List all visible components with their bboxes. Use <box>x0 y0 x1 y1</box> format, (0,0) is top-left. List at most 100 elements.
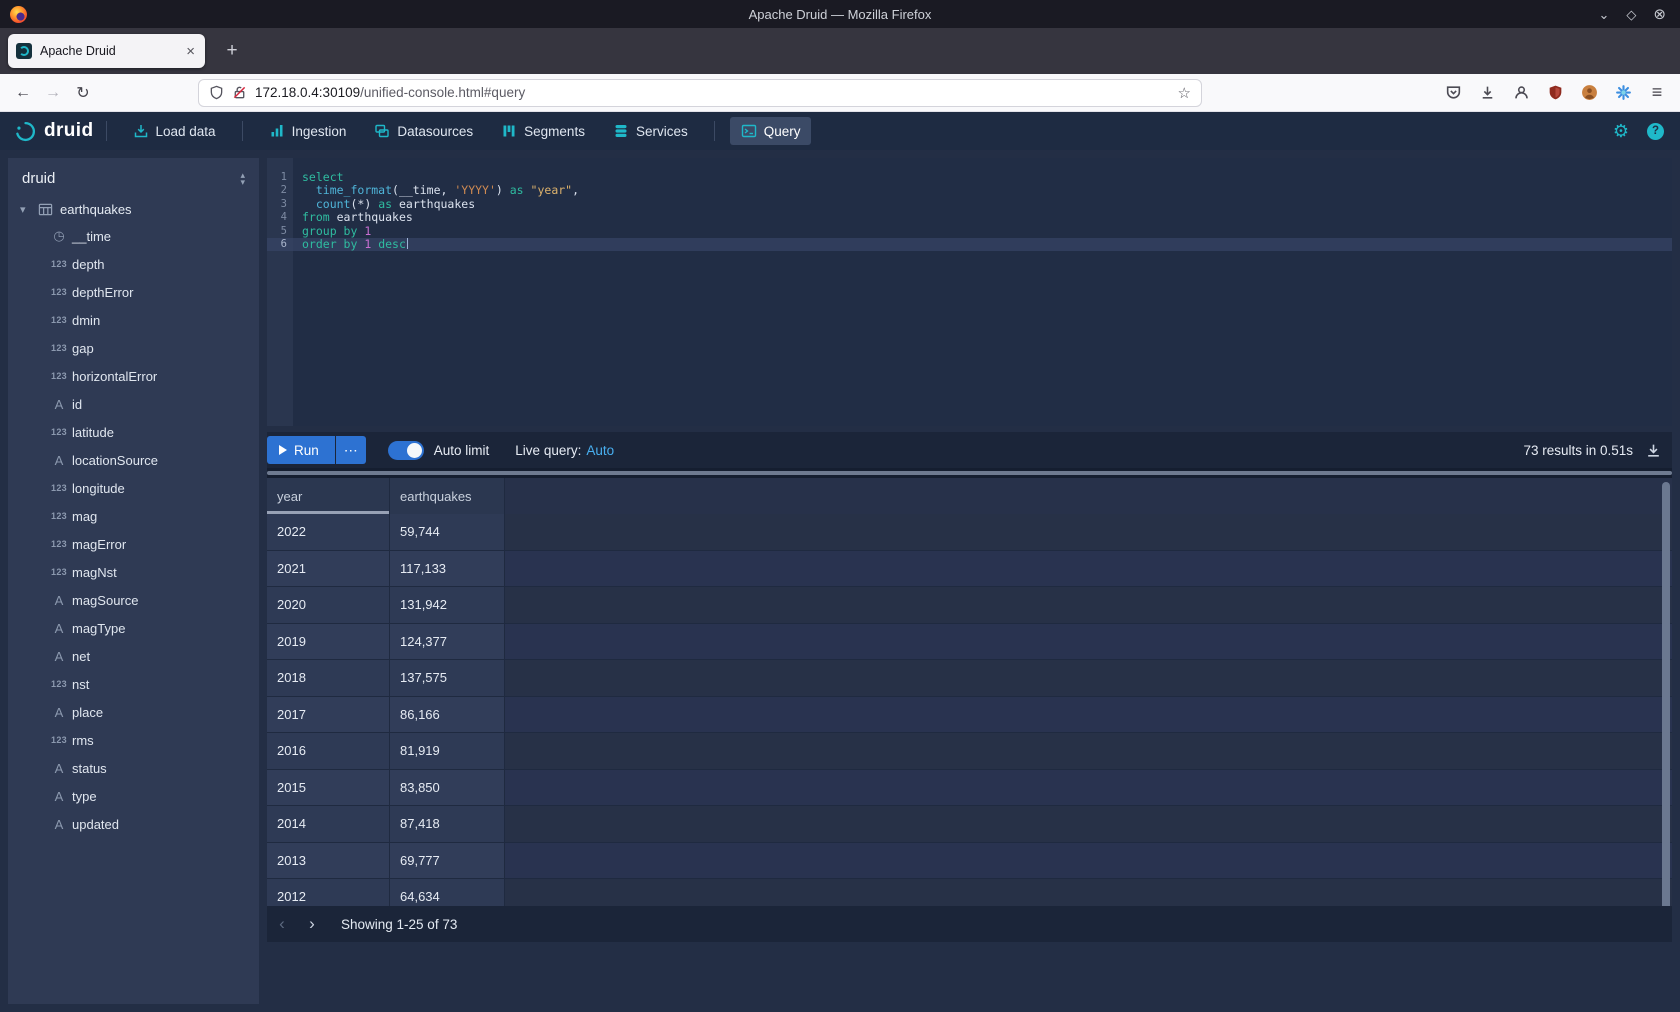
prev-page-button[interactable]: ‹ <box>267 914 297 934</box>
column-header-year[interactable]: year <box>267 478 390 514</box>
ublock-icon[interactable] <box>1546 84 1564 102</box>
cell: 64,634 <box>390 879 505 906</box>
column-name: __time <box>72 229 111 244</box>
schema-column-magNst[interactable]: 123magNst <box>8 558 259 586</box>
table-row[interactable]: 202259,744 <box>267 514 1672 551</box>
window-close-button[interactable]: ⊗ <box>1653 7 1666 22</box>
window-maximize-button[interactable]: ◇ <box>1626 8 1636 21</box>
schema-column-status[interactable]: Astatus <box>8 754 259 782</box>
downloads-icon[interactable] <box>1478 84 1496 102</box>
cell: 117,133 <box>390 551 505 588</box>
schema-column-place[interactable]: Aplace <box>8 698 259 726</box>
toggle-knob <box>407 443 422 458</box>
editor-code[interactable]: select time_format(__time, 'YYYY') as "y… <box>293 158 1672 426</box>
auto-limit-toggle[interactable] <box>388 441 424 460</box>
column-name: locationSource <box>72 453 158 468</box>
table-row[interactable]: 2018137,575 <box>267 660 1672 697</box>
number-type-icon: 123 <box>46 539 72 549</box>
row-filler <box>505 660 1672 697</box>
account-icon[interactable] <box>1512 84 1530 102</box>
schema-column-mag[interactable]: 123mag <box>8 502 259 530</box>
schema-column-magType[interactable]: AmagType <box>8 614 259 642</box>
query-editor[interactable]: 123456 select time_format(__time, 'YYYY'… <box>267 158 1672 426</box>
help-icon[interactable]: ? <box>1647 123 1664 140</box>
window-minimize-button[interactable]: ⌄ <box>1599 8 1610 21</box>
schema-column-nst[interactable]: 123nst <box>8 670 259 698</box>
table-row[interactable]: 201681,919 <box>267 733 1672 770</box>
forward-button[interactable]: → <box>38 84 68 102</box>
table-row[interactable]: 2020131,942 <box>267 587 1672 624</box>
nav-item-ingestion[interactable]: Ingestion <box>258 117 358 145</box>
insecure-lock-icon[interactable] <box>232 85 247 100</box>
schema-column-magSource[interactable]: AmagSource <box>8 586 259 614</box>
schema-column-latitude[interactable]: 123latitude <box>8 418 259 446</box>
reload-button[interactable]: ↻ <box>68 83 98 103</box>
nav-item-services[interactable]: Services <box>602 117 699 145</box>
schema-column-dmin[interactable]: 123dmin <box>8 306 259 334</box>
results-table: yearearthquakes 202259,7442021117,133202… <box>267 478 1672 906</box>
table-row[interactable]: 201487,418 <box>267 806 1672 843</box>
nav-item-segments[interactable]: Segments <box>490 117 596 145</box>
line-number: 5 <box>267 225 293 238</box>
schema-column-locationSource[interactable]: AlocationSource <box>8 446 259 474</box>
cell: 2018 <box>267 660 390 697</box>
new-tab-button[interactable]: + <box>219 38 245 64</box>
table-row[interactable]: 201264,634 <box>267 879 1672 906</box>
table-row[interactable]: 201369,777 <box>267 843 1672 880</box>
schema-column-depthError[interactable]: 123depthError <box>8 278 259 306</box>
druid-logo[interactable]: druid <box>14 120 94 143</box>
table-row[interactable]: 201583,850 <box>267 770 1672 807</box>
nav-item-load-data[interactable]: Load data <box>122 117 227 145</box>
datasource-node-earthquakes[interactable]: ▾ earthquakes <box>8 197 259 222</box>
nav-item-datasources[interactable]: Datasources <box>363 117 484 145</box>
ingestion-icon <box>269 123 285 139</box>
schema-column-rms[interactable]: 123rms <box>8 726 259 754</box>
menu-icon[interactable]: ≡ <box>1648 84 1666 102</box>
download-results-icon[interactable] <box>1645 442 1662 459</box>
schema-column-magError[interactable]: 123magError <box>8 530 259 558</box>
profile-icon[interactable] <box>1580 84 1598 102</box>
table-row[interactable]: 201786,166 <box>267 697 1672 734</box>
pocket-icon[interactable] <box>1444 84 1462 102</box>
column-name: nst <box>72 677 89 692</box>
browser-tab[interactable]: Apache Druid × <box>8 34 205 68</box>
schema-column-gap[interactable]: 123gap <box>8 334 259 362</box>
schema-column-horizontalError[interactable]: 123horizontalError <box>8 362 259 390</box>
extension-icon[interactable] <box>1614 84 1632 102</box>
string-type-icon: A <box>46 621 72 636</box>
tab-favicon-icon <box>16 43 32 59</box>
schema-column-updated[interactable]: Aupdated <box>8 810 259 838</box>
vertical-scrollbar[interactable] <box>1662 482 1670 940</box>
cell: 2013 <box>267 843 390 880</box>
url-bar[interactable]: 172.18.0.4:30109/unified-console.html#qu… <box>198 79 1202 107</box>
horizontal-scrollbar[interactable] <box>267 471 1672 475</box>
nav-item-label: Query <box>764 124 801 139</box>
double-caret-icon[interactable]: ▴▾ <box>240 172 245 186</box>
schema-column-depth[interactable]: 123depth <box>8 250 259 278</box>
url-text[interactable]: 172.18.0.4:30109/unified-console.html#qu… <box>255 85 1170 100</box>
live-query-auto-link[interactable]: Auto <box>586 443 614 458</box>
schema-column-type[interactable]: Atype <box>8 782 259 810</box>
number-type-icon: 123 <box>46 259 72 269</box>
schema-column-net[interactable]: Anet <box>8 642 259 670</box>
schema-column-id[interactable]: Aid <box>8 390 259 418</box>
cell: 124,377 <box>390 624 505 661</box>
back-button[interactable]: ← <box>8 84 38 102</box>
bookmark-star-icon[interactable]: ☆ <box>1178 84 1191 102</box>
settings-gear-icon[interactable]: ⚙ <box>1613 121 1629 142</box>
column-header-earthquakes[interactable]: earthquakes <box>390 478 505 514</box>
next-page-button[interactable]: › <box>297 914 327 934</box>
shield-icon[interactable] <box>209 85 224 100</box>
tab-close-icon[interactable]: × <box>184 43 197 60</box>
column-name: depthError <box>72 285 133 300</box>
datasource-selector[interactable]: druid <box>22 170 55 187</box>
nav-item-query[interactable]: Query <box>730 117 812 145</box>
schema-column-longitude[interactable]: 123longitude <box>8 474 259 502</box>
row-filler <box>505 697 1672 734</box>
string-type-icon: A <box>46 705 72 720</box>
table-row[interactable]: 2019124,377 <box>267 624 1672 661</box>
run-button[interactable]: Run <box>267 436 335 464</box>
run-more-button[interactable]: ⋯ <box>336 436 366 464</box>
schema-column-__time[interactable]: ◷__time <box>8 222 259 250</box>
table-row[interactable]: 2021117,133 <box>267 551 1672 588</box>
